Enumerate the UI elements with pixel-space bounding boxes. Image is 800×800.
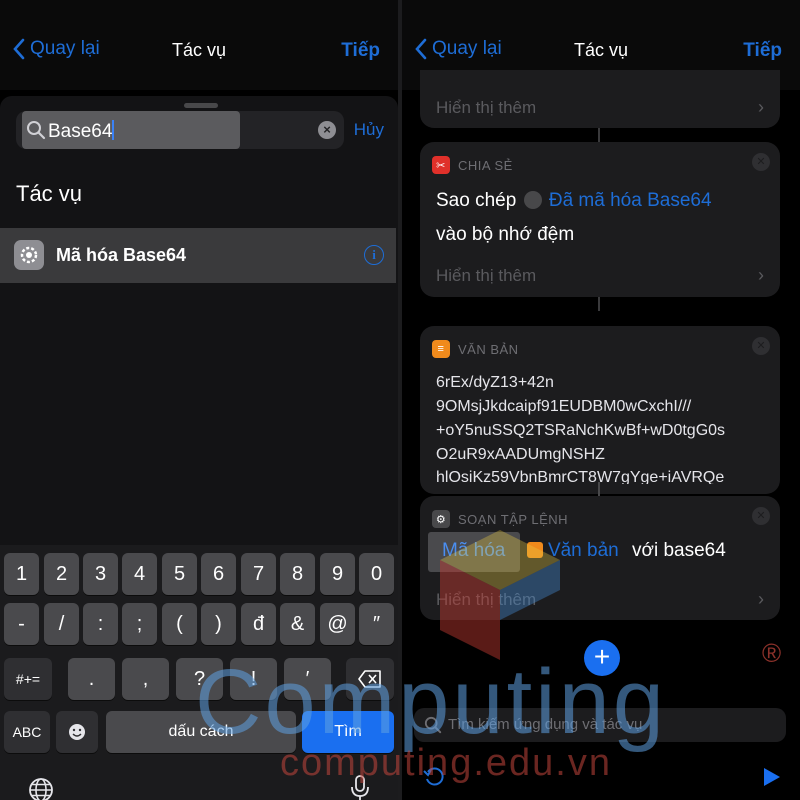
connector-line xyxy=(598,297,600,311)
page-title: Tác vụ xyxy=(573,40,629,60)
search-icon xyxy=(27,121,46,140)
key[interactable]: 3 xyxy=(83,553,118,595)
card-category: SOẠN TẬP LỆNH xyxy=(458,511,569,527)
globe-icon[interactable] xyxy=(28,777,54,800)
clear-icon[interactable]: × xyxy=(318,121,336,139)
text-line: 9OMsjJkdcaipf91EUDBM0wCxchI/// xyxy=(436,398,692,415)
key[interactable]: 9 xyxy=(320,553,355,595)
search-query: Base64 xyxy=(48,121,113,142)
card-tail: với base64 xyxy=(632,540,726,561)
watermark-logo xyxy=(440,530,560,660)
key[interactable]: 6 xyxy=(201,553,236,595)
watermark-brand: Computing xyxy=(195,651,667,753)
gear-icon: ⚙ xyxy=(432,510,450,528)
text-line: 6rEx/dyZ13+42n xyxy=(436,374,554,391)
gear-icon xyxy=(523,191,542,209)
next-button[interactable]: Tiếp xyxy=(341,40,380,62)
key[interactable]: 7 xyxy=(241,553,276,595)
variable-token[interactable]: Đã mã hóa Base64 xyxy=(549,190,712,211)
text-line: hlOsiKz59VbnBmrCT8W7gYge+iAVRQe xyxy=(436,469,725,484)
gear-icon xyxy=(14,240,44,270)
chevron-right-icon: › xyxy=(758,589,764,609)
key[interactable]: & xyxy=(280,603,315,645)
search-input[interactable]: Base64 × xyxy=(16,111,344,149)
sheet-grabber[interactable] xyxy=(184,103,218,108)
emoji-key[interactable] xyxy=(56,711,98,753)
section-title: Tác vụ xyxy=(16,181,83,206)
nav-bar: Quay lại Tác vụ Tiếp xyxy=(0,0,398,90)
show-more-link[interactable]: Hiển thị thêm xyxy=(436,98,536,118)
emoji-icon xyxy=(69,724,85,740)
next-button[interactable]: Tiếp xyxy=(743,40,782,62)
page-title: Tác vụ xyxy=(171,40,227,60)
share-action-card[interactable]: ✂ CHIA SẺ ✕ Sao chép Đã mã hóa Base64 và… xyxy=(420,142,780,297)
card-category: CHIA SẺ xyxy=(458,157,513,173)
key[interactable]: . xyxy=(68,658,115,700)
card-tail: vào bộ nhớ đệm xyxy=(436,224,575,245)
card-category: VĂN BẢN xyxy=(458,341,519,357)
info-icon[interactable]: i xyxy=(364,245,384,265)
connector-line xyxy=(598,128,600,142)
key[interactable]: ; xyxy=(122,603,157,645)
connector-line xyxy=(598,482,600,496)
card-verb: Sao chép xyxy=(436,190,517,211)
text-caret xyxy=(112,120,115,140)
result-row[interactable]: Mã hóa Base64 i xyxy=(0,228,396,283)
text-icon: ≡ xyxy=(432,340,450,358)
remove-icon[interactable]: ✕ xyxy=(752,337,770,355)
cancel-button[interactable]: Hủy xyxy=(354,120,384,140)
key[interactable]: 5 xyxy=(162,553,197,595)
key[interactable]: , xyxy=(122,658,169,700)
key[interactable]: 0 xyxy=(359,553,394,595)
key[interactable]: đ xyxy=(241,603,276,645)
remove-icon[interactable]: ✕ xyxy=(752,153,770,171)
text-line: O2uR9xAADUmgNSHZ xyxy=(436,446,605,463)
remove-icon[interactable]: ✕ xyxy=(752,507,770,525)
show-more-link[interactable]: Hiển thị thêm xyxy=(436,266,536,286)
key[interactable]: - xyxy=(4,603,39,645)
abc-key[interactable]: ABC xyxy=(4,711,50,753)
key[interactable]: 8 xyxy=(280,553,315,595)
key[interactable]: @ xyxy=(320,603,355,645)
text-field[interactable]: 6rEx/dyZ13+42n 9OMsjJkdcaipf91EUDBM0wCxc… xyxy=(420,366,780,484)
key[interactable]: 1 xyxy=(4,553,39,595)
chevron-right-icon: › xyxy=(758,265,764,285)
key[interactable]: 4 xyxy=(122,553,157,595)
watermark-registered: ® xyxy=(762,638,782,668)
result-label: Mã hóa Base64 xyxy=(56,245,187,265)
scissors-icon: ✂ xyxy=(432,156,450,174)
key[interactable]: ″ xyxy=(359,603,394,645)
watermark-url: computing.edu.vn xyxy=(280,742,612,784)
action-card: Hiển thị thêm › xyxy=(420,70,780,128)
text-action-card[interactable]: ≡ VĂN BẢN ✕ 6rEx/dyZ13+42n 9OMsjJkdcaipf… xyxy=(420,326,780,494)
play-icon[interactable] xyxy=(760,766,782,788)
key[interactable]: ( xyxy=(162,603,197,645)
key[interactable]: : xyxy=(83,603,118,645)
key[interactable]: / xyxy=(44,603,79,645)
chevron-right-icon: › xyxy=(758,97,764,117)
key[interactable]: 2 xyxy=(44,553,79,595)
key[interactable]: ) xyxy=(201,603,236,645)
symbols-toggle-key[interactable]: #+= xyxy=(4,658,52,700)
text-line: +oY5nuSSQ2TSRaNchKwBf+wD0tgG0s xyxy=(436,422,726,439)
